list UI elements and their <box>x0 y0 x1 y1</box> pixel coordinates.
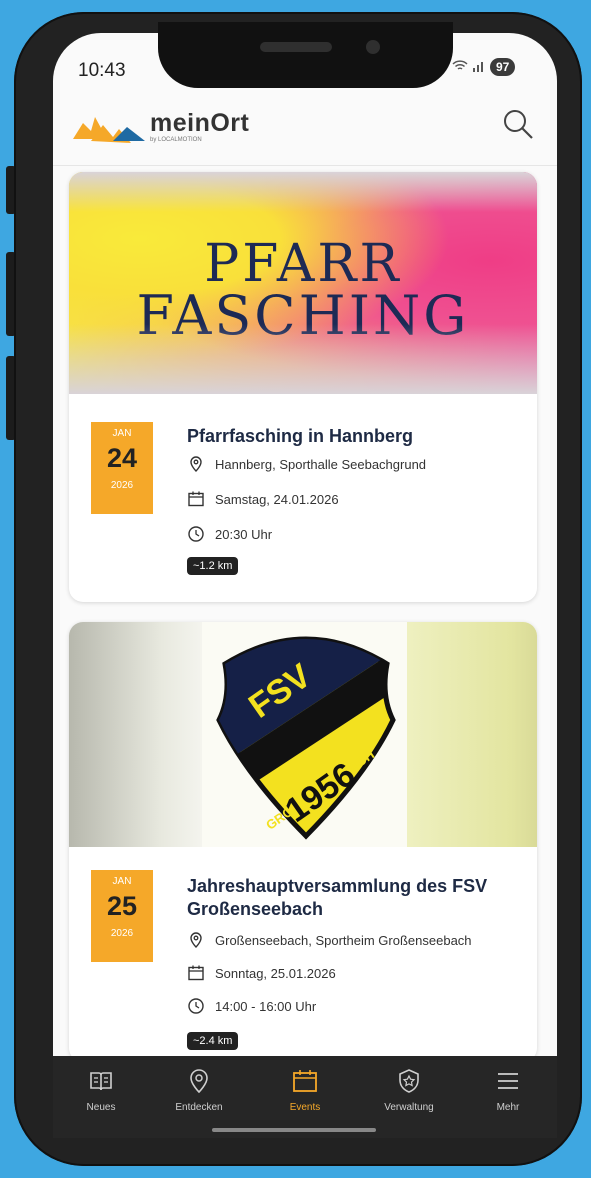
date-year: 2026 <box>110 928 134 939</box>
status-time: 10:43 <box>78 60 126 81</box>
shield-icon <box>399 1069 419 1093</box>
event-date: Sonntag, 25.01.2026 <box>187 964 336 982</box>
date-day: 24 <box>106 443 138 473</box>
nav-item-verwaltung[interactable]: Verwaltung <box>369 1068 449 1113</box>
event-card[interactable]: PFARR FASCHING JAN 24 2026 Pfarrfasching… <box>69 172 537 602</box>
fsv-crest-logo: FSV GROSSENSEEBACH 1956 <box>216 636 405 840</box>
brand-name: meinOrt <box>150 109 250 137</box>
location-pin-icon <box>190 456 202 472</box>
book-icon <box>90 1072 112 1091</box>
meinort-logo-icon <box>73 117 145 143</box>
event-location: Hannberg, Sporthalle Seebachgrund <box>187 455 426 473</box>
event-date: Samstag, 24.01.2026 <box>187 490 339 508</box>
search-icon[interactable] <box>501 107 535 141</box>
clock-icon <box>188 998 204 1014</box>
date-month: JAN <box>112 876 132 887</box>
event-banner-image: FSV GROSSENSEEBACH 1956 <box>69 622 537 847</box>
date-day: 25 <box>106 891 138 921</box>
date-month: JAN <box>112 428 132 439</box>
event-time-text: 20:30 Uhr <box>215 526 273 542</box>
calendar-icon <box>188 491 204 507</box>
event-banner-image: PFARR FASCHING <box>69 172 537 394</box>
event-location-text: Hannberg, Sporthalle Seebachgrund <box>215 456 427 472</box>
distance-badge: ~2.4 km <box>187 1032 239 1050</box>
event-location: Großenseebach, Sportheim Großenseebach <box>187 931 472 949</box>
event-location-text: Großenseebach, Sportheim Großenseebach <box>215 932 472 948</box>
home-indicator[interactable] <box>212 1128 376 1132</box>
wifi-icon <box>452 59 468 75</box>
nav-label: Verwaltung <box>384 1102 434 1113</box>
battery-indicator: 97 <box>490 58 516 76</box>
event-title: Pfarrfasching in Hannberg <box>187 426 414 446</box>
nav-item-events[interactable]: Events <box>265 1068 345 1113</box>
event-card[interactable]: FSV GROSSENSEEBACH 1956 JAN 25 2026 Jahr… <box>69 622 537 1062</box>
event-date-text: Samstag, 24.01.2026 <box>215 491 339 507</box>
event-title: Jahreshauptversammlung des FSV Großensee… <box>187 876 488 919</box>
map-pin-icon <box>190 1069 208 1094</box>
event-time: 14:00 - 16:00 Uhr <box>187 997 316 1015</box>
calendar-icon <box>293 1070 317 1092</box>
event-date-badge: JAN 24 2026 <box>91 422 153 514</box>
nav-item-entdecken[interactable]: Entdecken <box>159 1068 239 1113</box>
menu-icon <box>498 1073 518 1089</box>
bottom-navigation: Neues Entdecken Events Verwaltung Mehr <box>53 1056 557 1138</box>
nav-item-mehr[interactable]: Mehr <box>468 1068 548 1113</box>
clock-icon <box>188 526 204 542</box>
calendar-icon <box>188 965 204 981</box>
signal-icon <box>472 59 486 75</box>
date-year: 2026 <box>110 480 134 491</box>
location-pin-icon <box>190 932 202 948</box>
brand-subtitle: by LOCALMOTION <box>150 137 202 143</box>
nav-label: Neues <box>86 1102 116 1113</box>
event-time-text: 14:00 - 16:00 Uhr <box>215 998 317 1014</box>
nav-label: Events <box>289 1102 321 1113</box>
distance-badge: ~1.2 km <box>187 557 239 575</box>
app-header: meinOrt by LOCALMOTION <box>53 95 557 166</box>
event-date-badge: JAN 25 2026 <box>91 870 153 962</box>
nav-item-neues[interactable]: Neues <box>61 1068 141 1113</box>
nav-label: Entdecken <box>175 1102 223 1113</box>
status-icons: 97 <box>452 58 516 76</box>
event-time: 20:30 Uhr <box>187 525 272 543</box>
event-date-text: Sonntag, 25.01.2026 <box>215 965 336 981</box>
nav-label: Mehr <box>496 1102 520 1113</box>
notch <box>158 22 453 88</box>
